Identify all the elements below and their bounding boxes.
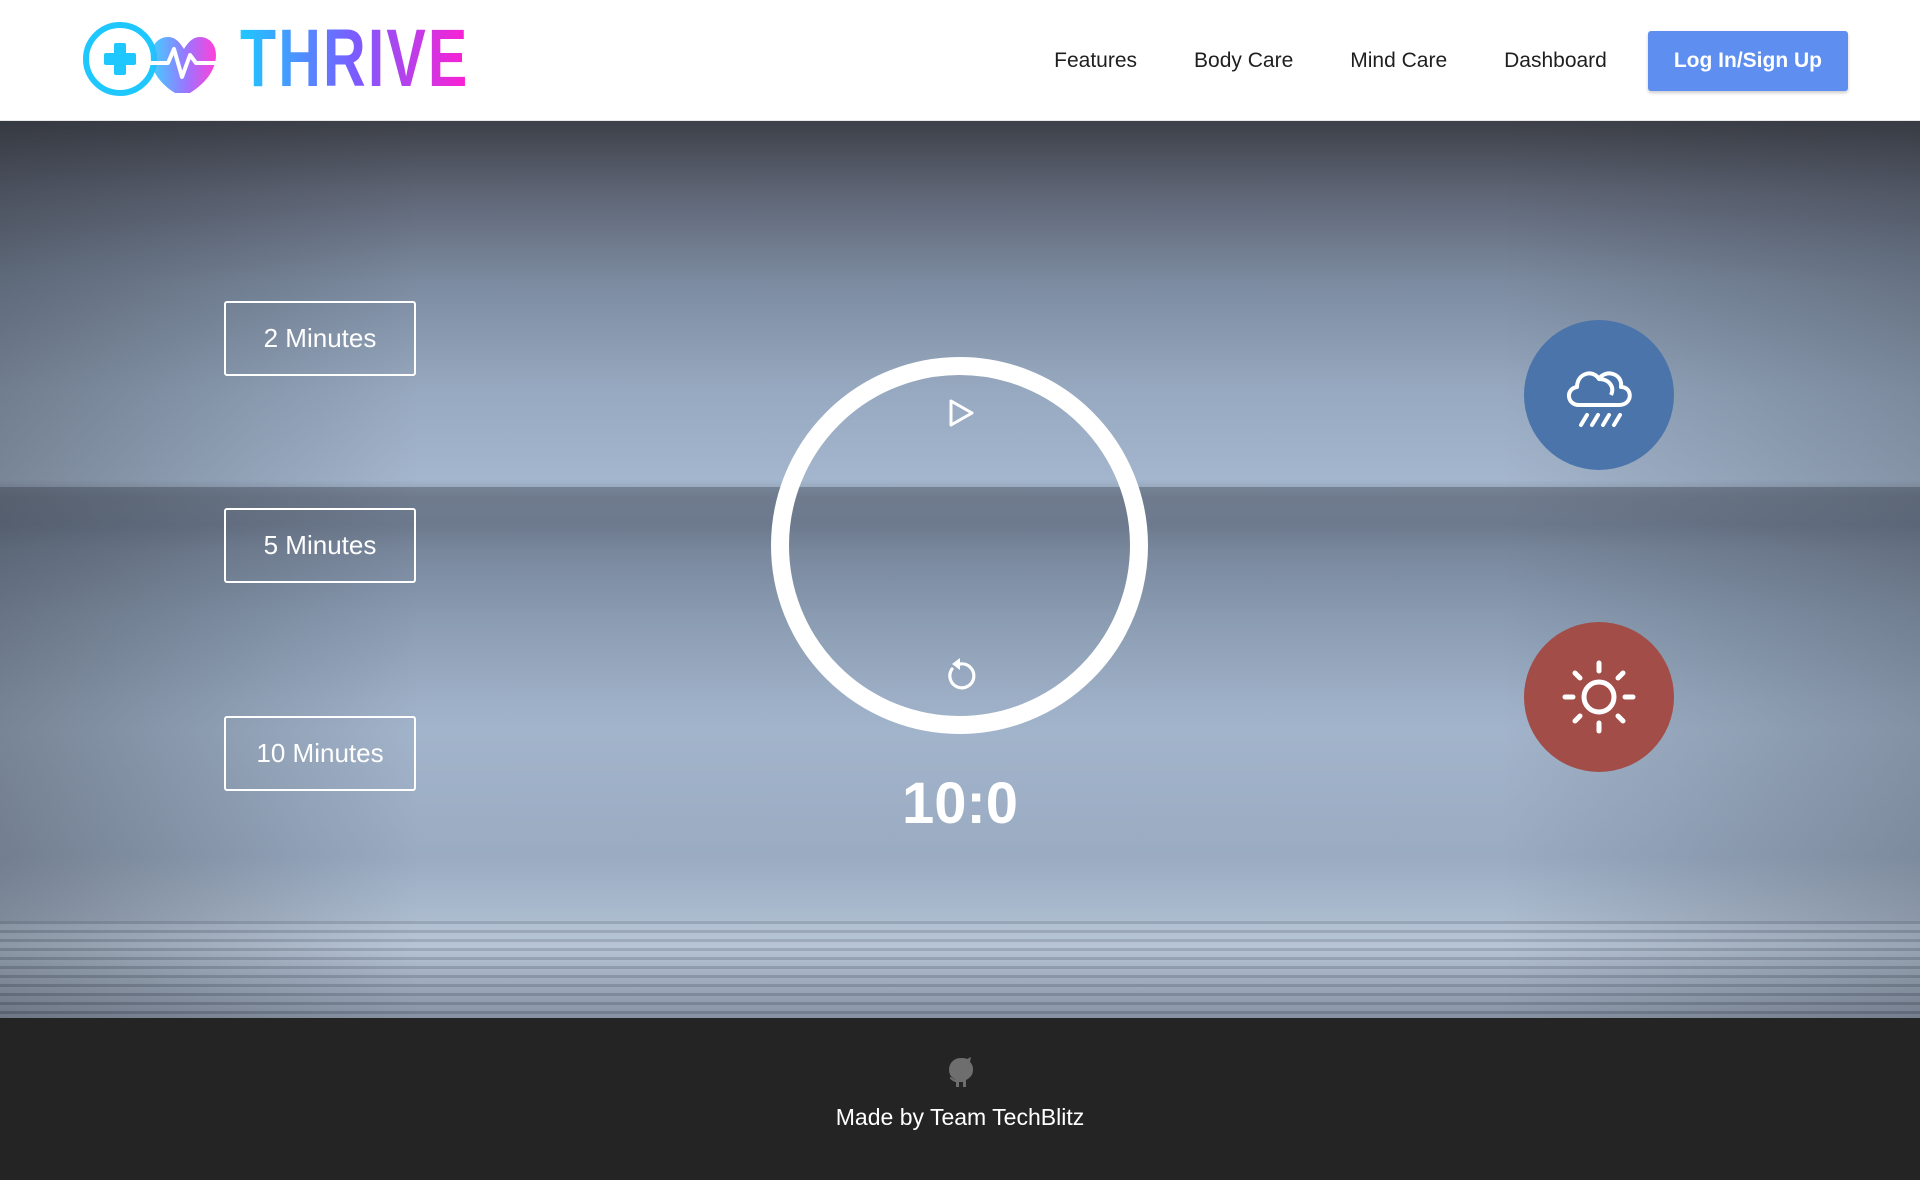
nav-links: Features Body Care Mind Care Dashboard L… — [1054, 0, 1920, 121]
water-ripples — [0, 921, 1920, 1018]
nav-link-dashboard[interactable]: Dashboard — [1504, 49, 1607, 73]
duration-10-minutes-button[interactable]: 10 Minutes — [224, 716, 416, 791]
play-icon[interactable] — [945, 398, 975, 428]
rain-sound-button[interactable] — [1524, 320, 1674, 470]
brand-name: THRIVE — [240, 13, 470, 104]
footer — [0, 1018, 1920, 1180]
navbar: THRIVE Features Body Care Mind Care Dash… — [0, 0, 1920, 121]
github-icon[interactable] — [946, 1056, 976, 1088]
duration-2-minutes-button[interactable]: 2 Minutes — [224, 301, 416, 376]
sun-sound-button[interactable] — [1524, 622, 1674, 772]
nav-link-mind-care[interactable]: Mind Care — [1350, 49, 1447, 73]
replay-icon[interactable] — [941, 655, 979, 693]
cloud-rain-icon — [1567, 371, 1632, 427]
timer-display: 10:0 — [901, 771, 1019, 836]
brand-logo[interactable]: THRIVE — [80, 16, 559, 102]
medical-cross-heart-pulse-icon — [83, 22, 228, 96]
duration-5-minutes-button[interactable]: 5 Minutes — [224, 508, 416, 583]
sun-icon — [1562, 660, 1636, 734]
nav-link-body-care[interactable]: Body Care — [1194, 49, 1293, 73]
background-shade-right — [1500, 121, 1920, 1018]
footer-credit: Made by Team TechBlitz — [835, 1104, 1085, 1130]
nav-link-features[interactable]: Features — [1054, 49, 1137, 73]
login-signup-button[interactable]: Log In/Sign Up — [1647, 30, 1848, 91]
